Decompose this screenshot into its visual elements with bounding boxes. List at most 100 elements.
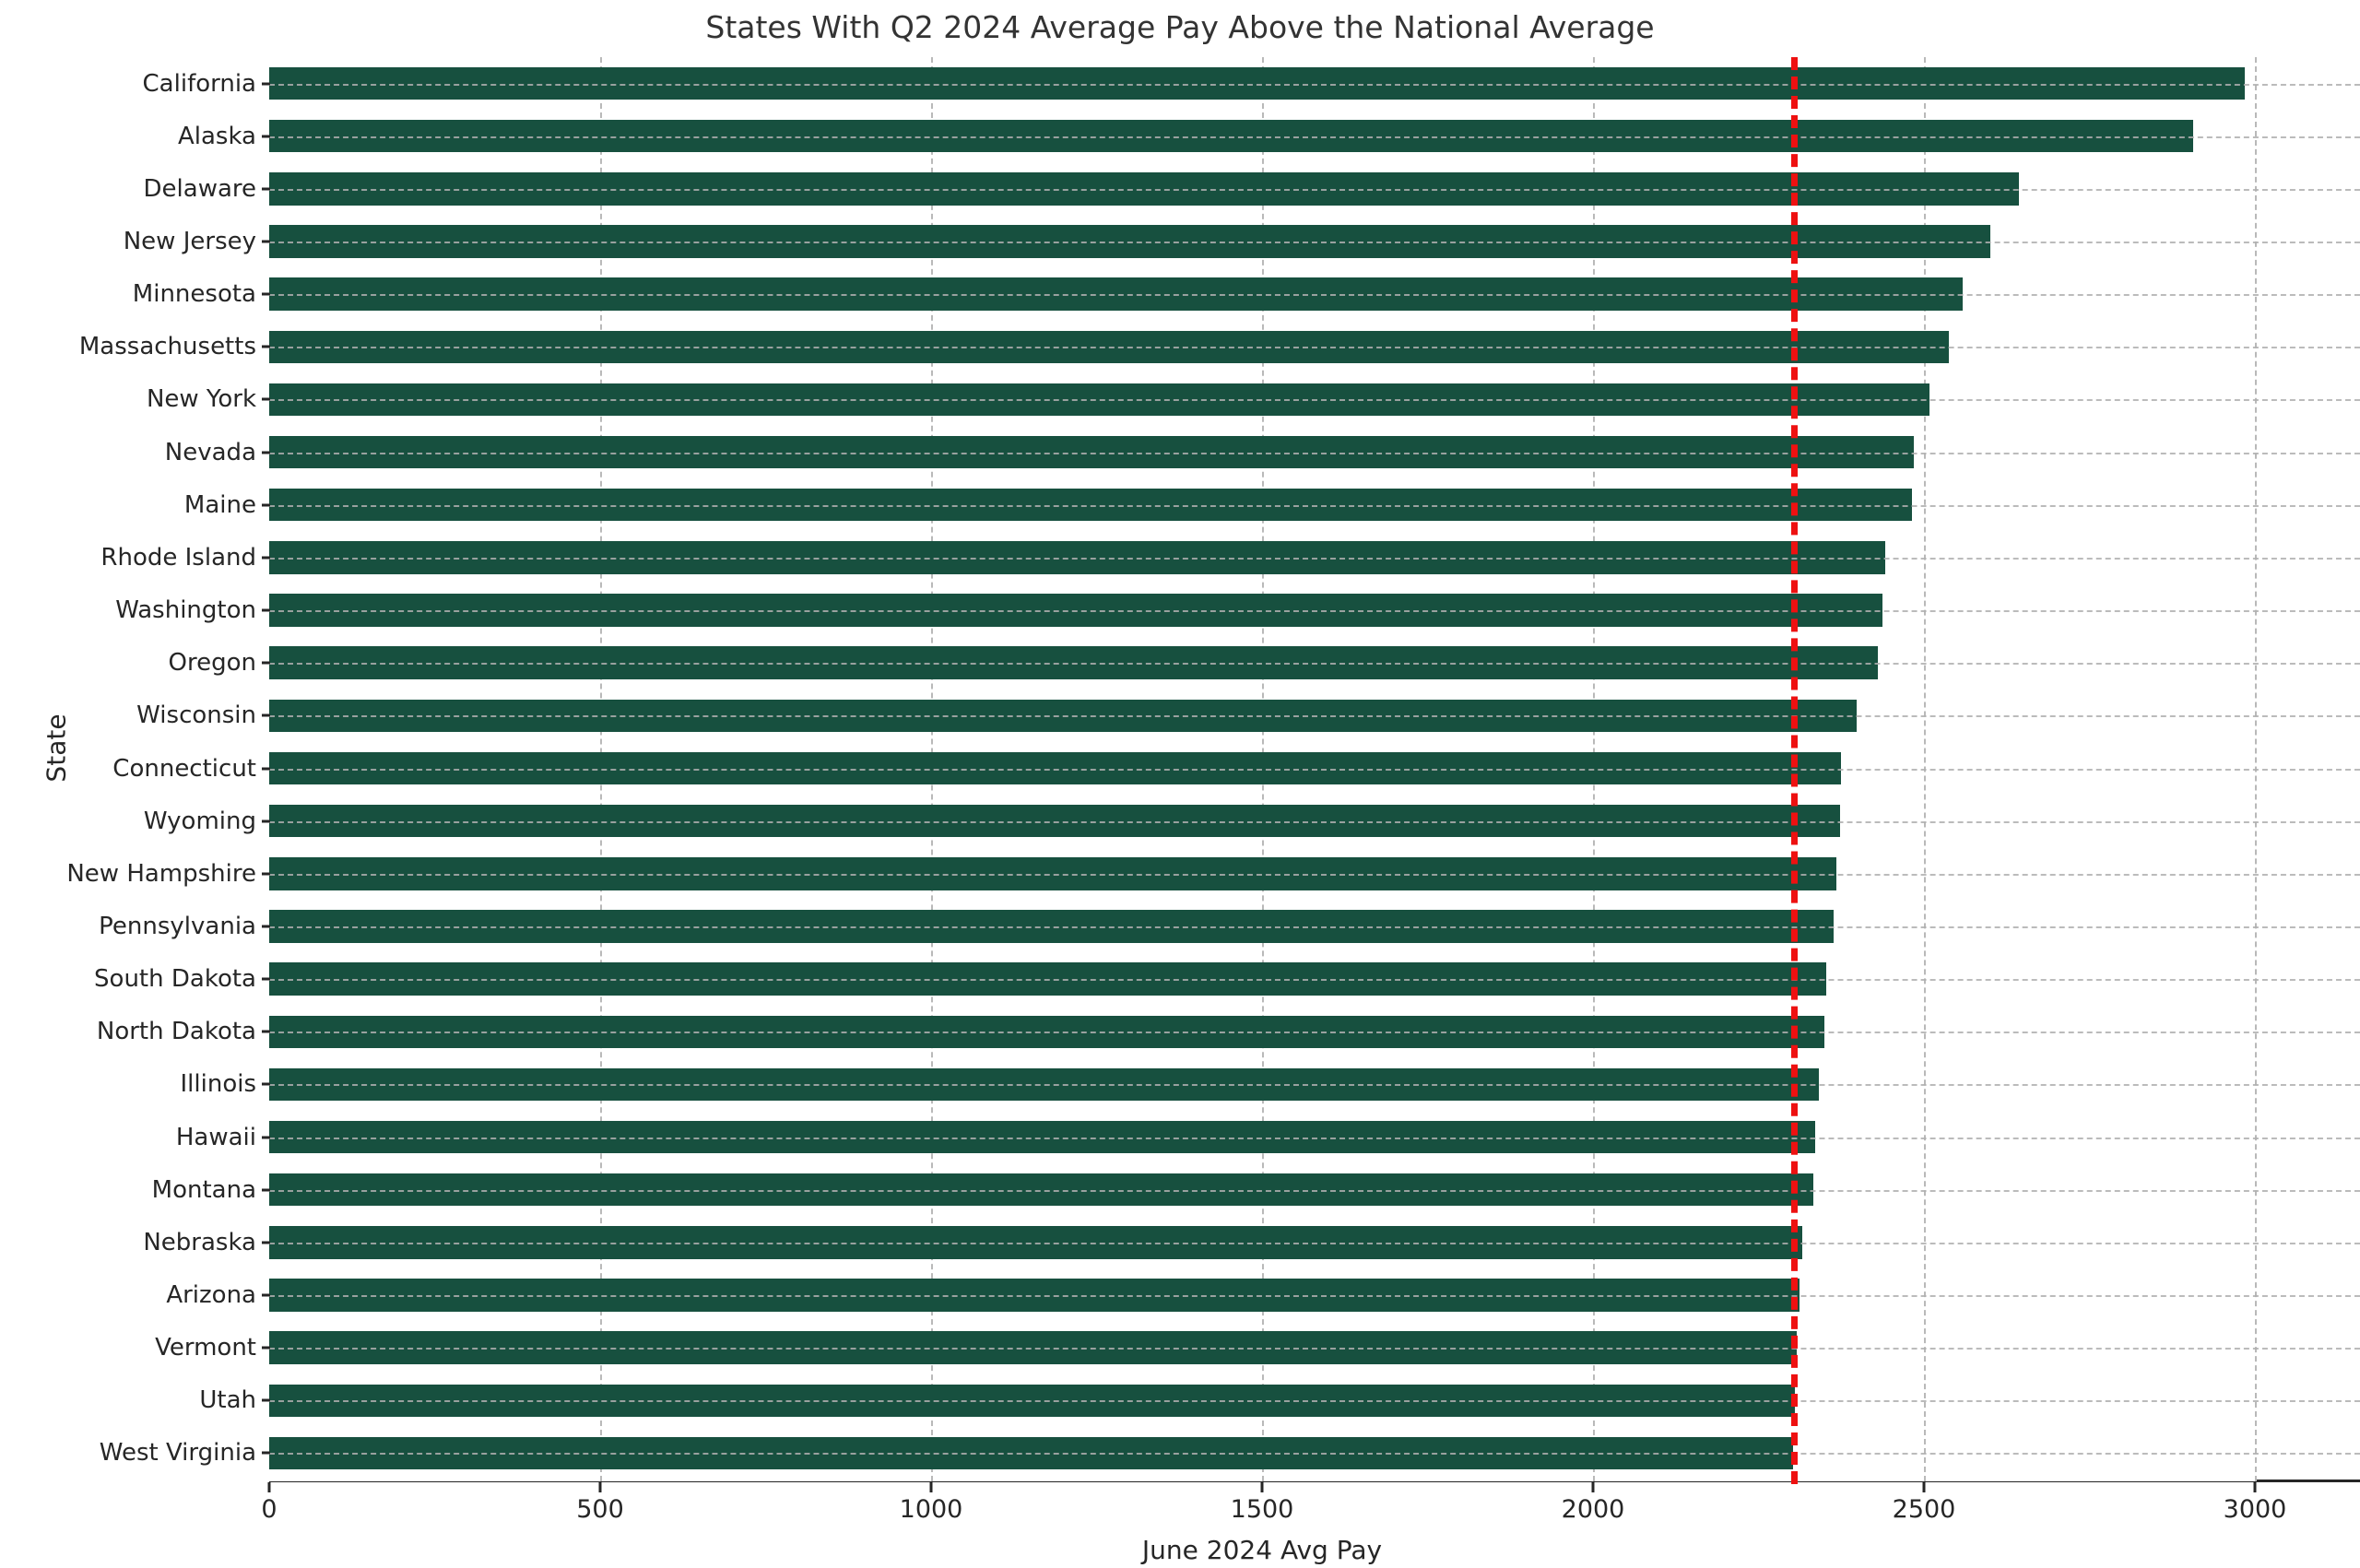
gridline-y-16 — [269, 925, 2360, 928]
y-tick-mark — [262, 503, 270, 507]
y-tick-label-new-jersey: New Jersey — [123, 228, 256, 256]
gridline-y-9 — [269, 557, 2360, 560]
y-tick-label-new-hampshire: New Hampshire — [66, 859, 256, 888]
y-tick-label-nevada: Nevada — [164, 438, 256, 466]
gridline-y-14 — [269, 820, 2360, 823]
gridline-y-8 — [269, 504, 2360, 507]
gridline-y-6 — [269, 399, 2360, 402]
y-tick-label-hawaii: Hawaii — [175, 1123, 256, 1151]
y-tick-mark — [262, 345, 270, 348]
y-tick-label-delaware: Delaware — [143, 174, 256, 203]
x-tick-mark — [929, 1482, 933, 1492]
x-tick-label-2000: 2000 — [1561, 1495, 1625, 1524]
x-tick-mark — [1922, 1482, 1926, 1492]
gridline-y-5 — [269, 347, 2360, 349]
gridline-y-4 — [269, 294, 2360, 297]
y-tick-mark — [262, 556, 270, 560]
gridline-y-12 — [269, 715, 2360, 718]
x-tick-mark — [1591, 1482, 1595, 1492]
gridline-y-2 — [269, 188, 2360, 191]
y-tick-label-rhode-island: Rhode Island — [100, 543, 256, 572]
gridline-y-24 — [269, 1348, 2360, 1350]
y-tick-label-alaska: Alaska — [177, 122, 256, 150]
x-tick-mark — [267, 1482, 271, 1492]
y-tick-mark — [262, 1241, 270, 1244]
gridline-y-17 — [269, 979, 2360, 982]
y-tick-mark — [262, 608, 270, 612]
y-tick-label-montana: Montana — [151, 1175, 256, 1204]
y-tick-label-utah: Utah — [199, 1386, 256, 1415]
y-tick-label-north-dakota: North Dakota — [96, 1018, 256, 1046]
gridline-y-26 — [269, 1453, 2360, 1456]
y-axis-title: State — [41, 713, 72, 783]
y-tick-mark — [262, 82, 270, 86]
y-tick-label-illinois: Illinois — [180, 1070, 257, 1099]
gridline-y-1 — [269, 136, 2360, 138]
gridline-y-18 — [269, 1032, 2360, 1034]
y-tick-label-washington: Washington — [115, 596, 256, 625]
y-tick-label-west-virginia: West Virginia — [99, 1439, 256, 1468]
gridline-y-25 — [269, 1400, 2360, 1403]
plot-area — [269, 57, 2360, 1481]
gridline-y-22 — [269, 1242, 2360, 1244]
y-tick-mark — [262, 1030, 270, 1033]
x-tick-mark — [1260, 1482, 1264, 1492]
y-tick-mark — [262, 1293, 270, 1297]
chart-figure: States With Q2 2024 Average Pay Above th… — [0, 0, 2360, 1568]
y-tick-mark — [262, 1398, 270, 1402]
y-tick-mark — [262, 1451, 270, 1455]
y-tick-mark — [262, 713, 270, 717]
x-tick-label-1000: 1000 — [899, 1495, 963, 1524]
y-tick-label-minnesota: Minnesota — [132, 280, 256, 309]
gridline-y-3 — [269, 242, 2360, 244]
gridline-y-7 — [269, 452, 2360, 454]
y-tick-label-california: California — [142, 69, 256, 98]
y-tick-mark — [262, 767, 270, 770]
y-tick-mark — [262, 925, 270, 928]
x-tick-mark — [2253, 1482, 2257, 1492]
gridline-y-19 — [269, 1084, 2360, 1087]
y-tick-label-massachusetts: Massachusetts — [78, 333, 256, 361]
y-tick-mark — [262, 451, 270, 454]
gridline-y-0 — [269, 83, 2360, 86]
y-tick-mark — [262, 872, 270, 876]
y-tick-mark — [262, 1082, 270, 1086]
y-tick-label-wisconsin: Wisconsin — [136, 701, 256, 730]
y-tick-label-pennsylvania: Pennsylvania — [99, 912, 256, 940]
y-tick-label-oregon: Oregon — [168, 649, 256, 678]
y-tick-mark — [262, 661, 270, 665]
y-tick-mark — [262, 1346, 270, 1350]
y-tick-mark — [262, 977, 270, 981]
y-tick-label-maine: Maine — [183, 490, 256, 519]
x-tick-label-2500: 2500 — [1892, 1495, 1956, 1524]
y-tick-mark — [262, 819, 270, 823]
y-tick-mark — [262, 1188, 270, 1192]
page-title: States With Q2 2024 Average Pay Above th… — [705, 9, 1655, 45]
y-tick-mark — [262, 1136, 270, 1139]
gridline-y-21 — [269, 1189, 2360, 1192]
gridline-y-20 — [269, 1137, 2360, 1139]
gridline-y-15 — [269, 873, 2360, 876]
y-tick-label-nebraska: Nebraska — [143, 1228, 256, 1256]
gridline-y-13 — [269, 768, 2360, 771]
y-tick-mark — [262, 240, 270, 243]
y-tick-mark — [262, 135, 270, 138]
x-tick-label-1500: 1500 — [1230, 1495, 1294, 1524]
x-tick-mark — [598, 1482, 602, 1492]
x-axis-title: June 2024 Avg Pay — [1141, 1535, 1383, 1565]
national-average-reference-line — [1791, 57, 1799, 1484]
gridline-y-23 — [269, 1294, 2360, 1297]
gridline-y-11 — [269, 663, 2360, 666]
y-tick-label-south-dakota: South Dakota — [94, 965, 256, 994]
y-tick-mark — [262, 292, 270, 296]
gridline-y-10 — [269, 610, 2360, 613]
y-tick-label-wyoming: Wyoming — [143, 807, 256, 835]
y-tick-label-vermont: Vermont — [155, 1334, 256, 1362]
x-tick-label-500: 500 — [576, 1495, 624, 1524]
x-tick-label-0: 0 — [261, 1495, 277, 1524]
x-tick-label-3000: 3000 — [2223, 1495, 2287, 1524]
y-tick-label-arizona: Arizona — [166, 1280, 256, 1309]
y-tick-mark — [262, 397, 270, 401]
y-tick-label-new-york: New York — [146, 385, 256, 414]
y-tick-mark — [262, 187, 270, 191]
